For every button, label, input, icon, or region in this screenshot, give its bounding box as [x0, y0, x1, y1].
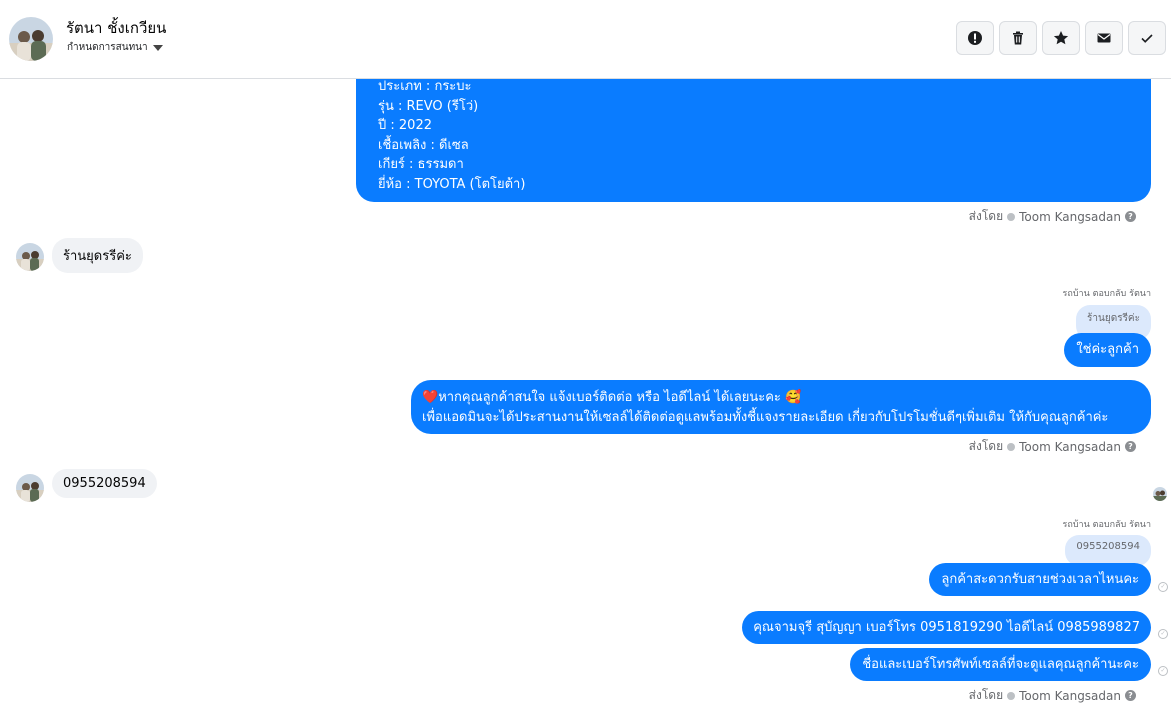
mark-done-button[interactable]	[1128, 21, 1166, 55]
car-type-line: ประเภท : กระบะ	[378, 79, 472, 94]
outgoing-message: ใช่ค่ะลูกค้า	[1064, 333, 1151, 367]
star-button[interactable]	[1042, 21, 1080, 55]
conversation-header: รัตนา ชั้งเกวียน กำหนดการสนทนา	[0, 0, 1171, 79]
sent-by-2: ส่งโดย Toom Kangsadan ?	[969, 437, 1136, 456]
contact-avatar[interactable]	[9, 17, 53, 61]
conversation-settings-label: กำหนดการสนทนา	[67, 42, 148, 53]
contact-name[interactable]: รัตนา ชั้งเกวียน	[66, 16, 166, 40]
message-thread[interactable]: ประเภท : กระบะ รุ่น : REVO (รีโว่) ปี : …	[0, 79, 1171, 728]
header-actions	[956, 21, 1166, 55]
car-gear-line: เกียร์ : ธรรมดา	[378, 157, 464, 172]
page-dot-icon	[1007, 442, 1016, 451]
car-fuel-line: เชื้อเพลิง : ดีเซล	[378, 137, 469, 153]
promo-line-1: ❤️หากคุณลูกค้าสนใจ แจ้งเบอร์ติดต่อ หรือ …	[422, 388, 1151, 408]
sender-name[interactable]: Toom Kangsadan	[1019, 440, 1121, 454]
trash-icon	[1013, 31, 1023, 45]
mark-unread-button[interactable]	[1085, 21, 1123, 55]
reply-context-label: รถบ้าน ตอบกลับ รัตนา	[1062, 520, 1151, 530]
caret-down-icon	[152, 44, 163, 51]
heart-icon: ❤️	[422, 390, 439, 405]
incoming-message: ร้านยุดรรีค่ะ	[52, 238, 143, 273]
incoming-message: 0955208594	[52, 469, 157, 498]
quoted-message[interactable]: 0955208594	[1065, 535, 1151, 566]
outgoing-message-promo: ❤️หากคุณลูกค้าสนใจ แจ้งเบอร์ติดต่อ หรือ …	[411, 380, 1151, 434]
mark-spam-button[interactable]	[956, 21, 994, 55]
sent-by-prefix: ส่งโดย	[968, 439, 1004, 453]
mail-icon	[1097, 33, 1111, 43]
outgoing-message-car-details: ประเภท : กระบะ รุ่น : REVO (รีโว่) ปี : …	[356, 79, 1151, 202]
help-icon[interactable]: ?	[1125, 211, 1136, 222]
delivered-check-icon: ✓	[1158, 666, 1168, 676]
star-icon	[1053, 31, 1069, 45]
delivered-check-icon: ✓	[1158, 582, 1168, 592]
promo-line-2: เพื่อแอดมินจะได้ประสานงานให้เซลล์ได้ติดต…	[422, 409, 1109, 425]
alert-icon	[968, 31, 982, 45]
page-dot-icon	[1007, 212, 1016, 221]
seen-avatar	[1153, 487, 1167, 501]
sender-name[interactable]: Toom Kangsadan	[1019, 210, 1121, 224]
delete-button[interactable]	[999, 21, 1037, 55]
contact-avatar-small	[16, 243, 44, 271]
sent-by-3: ส่งโดย Toom Kangsadan ?	[969, 686, 1136, 705]
outgoing-message: ลูกค้าสะดวกรับสายช่วงเวลาไหนคะ	[929, 563, 1151, 596]
promo-line-1-text: หากคุณลูกค้าสนใจ แจ้งเบอร์ติดต่อ หรือ ไอ…	[438, 390, 802, 405]
reply-context-label: รถบ้าน ตอบกลับ รัตนา	[1062, 289, 1151, 299]
sent-by-prefix: ส่งโดย	[968, 688, 1004, 702]
help-icon[interactable]: ?	[1125, 690, 1136, 701]
sent-by-1: ส่งโดย Toom Kangsadan ?	[969, 207, 1136, 226]
page-dot-icon	[1007, 691, 1016, 700]
contact-avatar-small	[16, 474, 44, 502]
delivered-check-icon: ✓	[1158, 629, 1168, 639]
sent-by-prefix: ส่งโดย	[968, 209, 1004, 223]
conversation-settings-dropdown[interactable]: กำหนดการสนทนา	[67, 40, 163, 55]
check-icon	[1141, 34, 1153, 43]
car-year-line: ปี : 2022	[378, 118, 432, 133]
help-icon[interactable]: ?	[1125, 441, 1136, 452]
car-brand-line: ยี่ห้อ : TOYOTA (โตโยต้า)	[378, 176, 526, 192]
car-model-line: รุ่น : REVO (รีโว่)	[378, 98, 479, 114]
sender-name[interactable]: Toom Kangsadan	[1019, 689, 1121, 703]
outgoing-message: ชื่อและเบอร์โทรศัพท์เซลล์ที่จะดูแลคุณลูก…	[850, 648, 1151, 681]
outgoing-message: คุณจามจุรี สุบัญญา เบอร์โทร 0951819290 ไ…	[742, 611, 1151, 644]
